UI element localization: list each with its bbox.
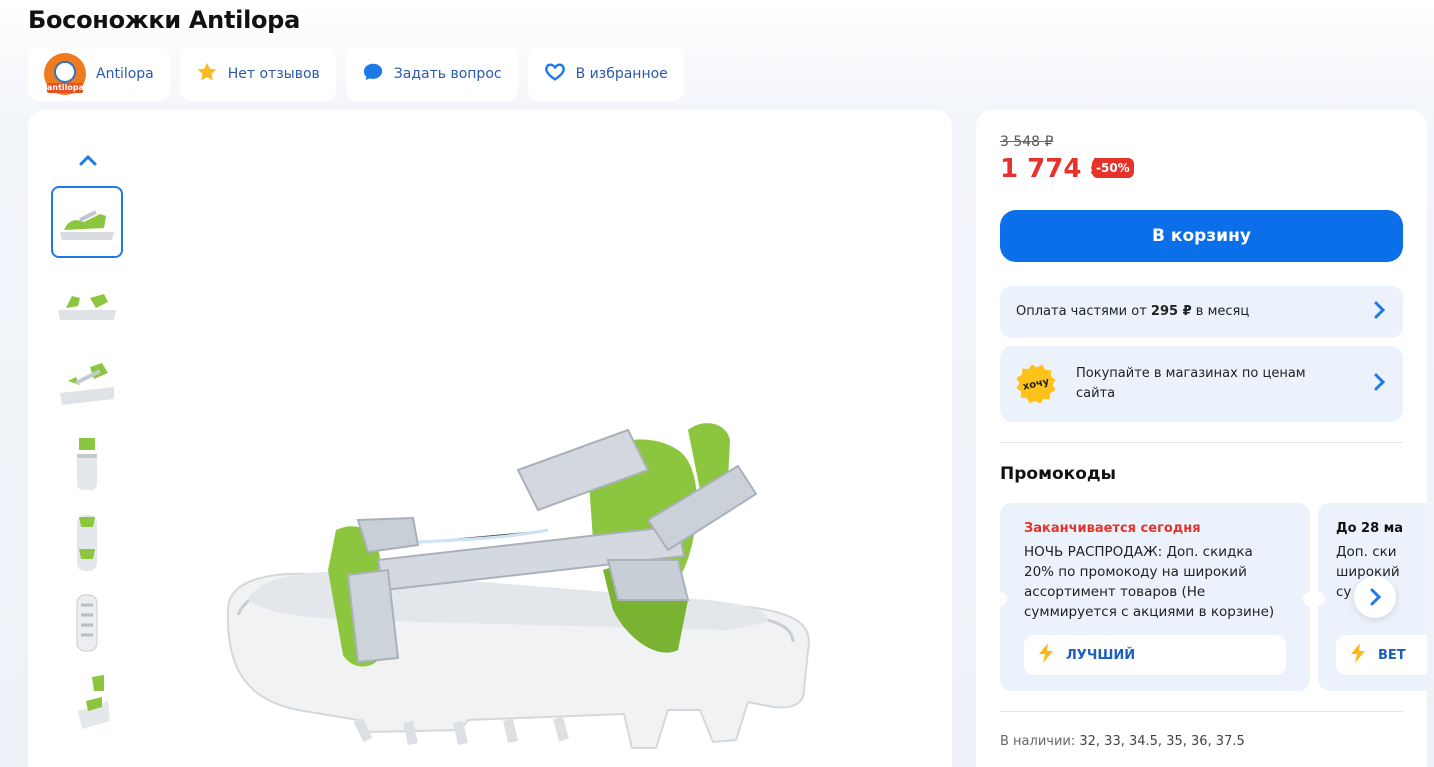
- thumbnail[interactable]: [51, 346, 123, 418]
- promo-description: НОЧЬ РАСПРОДАЖ: Доп. скидка 20% по промо…: [1024, 544, 1275, 620]
- promo-tag[interactable]: ВЕТ: [1336, 635, 1427, 675]
- thumbnail[interactable]: [51, 666, 123, 738]
- brand-label: Antilopa: [96, 65, 154, 82]
- add-to-cart-button[interactable]: В корзину: [1000, 210, 1403, 262]
- star-icon: [196, 61, 218, 87]
- chat-bubble-icon: [362, 61, 384, 87]
- page-title: Босоножки Antilopa: [28, 6, 300, 34]
- promo-deadline: Заканчивается сегодня: [1024, 521, 1201, 536]
- thumbnail[interactable]: [51, 266, 123, 338]
- availability: В наличии: 32, 33, 34.5, 35, 36, 37.5: [1000, 734, 1245, 749]
- reviews-chip[interactable]: Нет отзывов: [179, 46, 336, 101]
- lightning-icon: [1348, 642, 1368, 668]
- availability-label: В наличии:: [1000, 734, 1080, 749]
- promo-tag-label: ЛУЧШИЙ: [1066, 647, 1136, 663]
- promo-tag[interactable]: ЛУЧШИЙ: [1024, 635, 1286, 675]
- thumbnail-list: [51, 186, 123, 746]
- thumbnail[interactable]: [51, 506, 123, 578]
- product-actions: antilopa Antilopa Нет отзывов Задать воп…: [28, 46, 684, 101]
- ticket-notch: [1318, 592, 1325, 606]
- divider: [1000, 711, 1403, 712]
- thumbnail[interactable]: [51, 586, 123, 658]
- product-gallery: [28, 110, 952, 767]
- favorite-chip[interactable]: В избранное: [527, 46, 684, 101]
- shops-card[interactable]: хочу Покупайте в магазинах по ценам сайт…: [1000, 346, 1403, 422]
- availability-sizes: 32, 33, 34.5, 35, 36, 37.5: [1079, 734, 1245, 749]
- chevron-right-icon: [1373, 301, 1386, 323]
- favorite-label: В избранное: [575, 65, 668, 82]
- brand-logo: antilopa: [44, 52, 86, 95]
- reviews-label: Нет отзывов: [227, 65, 320, 82]
- promo-card[interactable]: Заканчивается сегодня НОЧЬ РАСПРОДАЖ: До…: [993, 503, 1317, 691]
- ticket-notch: [993, 592, 1007, 606]
- chevron-up-icon[interactable]: [76, 148, 100, 172]
- shops-text: Покупайте в магазинах по ценам сайта: [1076, 366, 1306, 401]
- promo-deadline: До 28 ма: [1336, 521, 1404, 536]
- lightning-icon: [1036, 642, 1056, 668]
- old-price: 3 548 ₽: [1000, 134, 1054, 150]
- thumbnail[interactable]: [51, 186, 123, 258]
- ticket-notch: [1303, 592, 1317, 606]
- discount-badge: -50%: [1092, 158, 1134, 178]
- ask-question-label: Задать вопрос: [393, 65, 502, 82]
- hochu-badge: хочу: [1012, 360, 1059, 407]
- thumbnail[interactable]: [51, 426, 123, 498]
- divider: [1000, 442, 1403, 443]
- purchase-panel: 3 548 ₽ 1 774 ₽ -50% В корзину Оплата ча…: [976, 110, 1427, 767]
- ask-question-chip[interactable]: Задать вопрос: [345, 46, 518, 101]
- installments-card[interactable]: Оплата частями от 295 ₽ в месяц: [1000, 286, 1403, 338]
- product-image: [208, 410, 828, 750]
- heart-icon: [544, 61, 566, 87]
- brand-chip[interactable]: antilopa Antilopa: [28, 46, 170, 101]
- installments-amount: 295 ₽: [1150, 304, 1192, 319]
- chevron-right-icon: [1373, 373, 1386, 395]
- promo-next-button[interactable]: [1354, 576, 1396, 618]
- promo-tag-label: ВЕТ: [1378, 647, 1406, 663]
- installments-text: Оплата частями от 295 ₽ в месяц: [1016, 304, 1250, 319]
- promo-title: Промокоды: [1000, 464, 1116, 484]
